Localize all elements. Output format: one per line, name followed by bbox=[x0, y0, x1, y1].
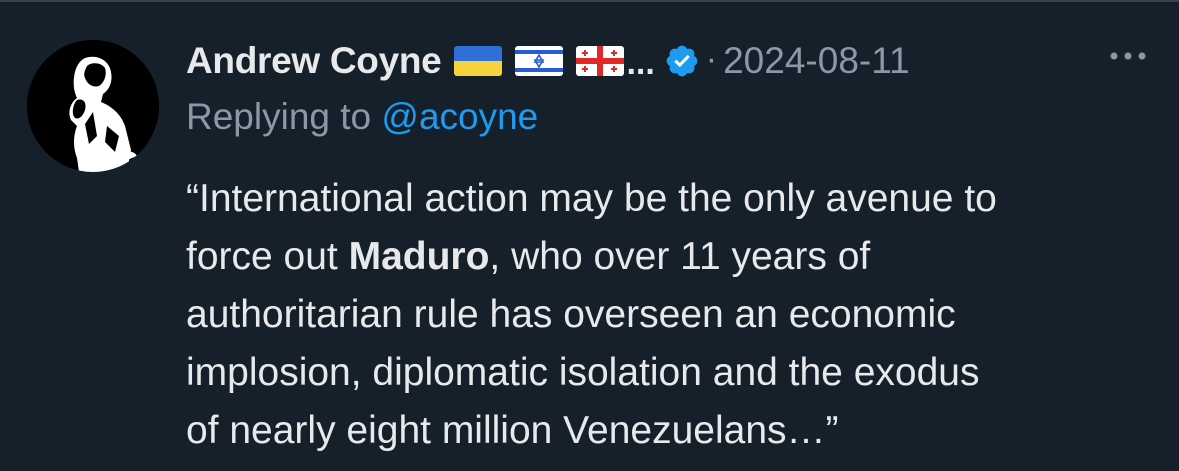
tweet-body-line: “International action may be the only av… bbox=[186, 177, 997, 220]
ukraine-flag-icon bbox=[454, 46, 503, 76]
reply-handle-link[interactable]: @acoyne bbox=[381, 96, 538, 137]
tweet-body-line: force out Maduro, who over 11 years of bbox=[186, 228, 1161, 286]
verified-badge-icon[interactable] bbox=[664, 43, 700, 79]
tweet-body-line: implosion, diplomatic isolation and the … bbox=[186, 351, 980, 394]
tweet-body-line: authoritarian rule has overseen an econo… bbox=[186, 293, 956, 336]
tweet-body: “International action may be the only av… bbox=[186, 170, 1161, 460]
tweet-date[interactable]: 2024-08-11 bbox=[723, 40, 910, 82]
avatar[interactable] bbox=[27, 40, 159, 172]
avatar-image bbox=[27, 40, 159, 172]
israel-flag-icon bbox=[515, 46, 564, 76]
georgia-flag-icon bbox=[576, 46, 625, 76]
name-ellipsis: ... bbox=[626, 43, 655, 82]
header-separator: · bbox=[705, 39, 718, 78]
tweet-body-line: of nearly eight million Venezuelans…” bbox=[186, 409, 839, 452]
top-divider bbox=[0, 0, 1179, 2]
author-name[interactable]: Andrew Coyne bbox=[186, 40, 442, 82]
body-text-segment: , who over 11 years of bbox=[489, 235, 871, 278]
reply-prefix: Replying to bbox=[186, 96, 382, 137]
tweet-header: Andrew Coyne ... · 2024-08-11 bbox=[186, 36, 1161, 86]
more-options-icon[interactable] bbox=[1107, 46, 1149, 66]
bold-text-segment: Maduro bbox=[348, 235, 490, 278]
body-text-segment: force out bbox=[186, 235, 349, 278]
replying-to: Replying to @acoyne bbox=[186, 96, 538, 138]
